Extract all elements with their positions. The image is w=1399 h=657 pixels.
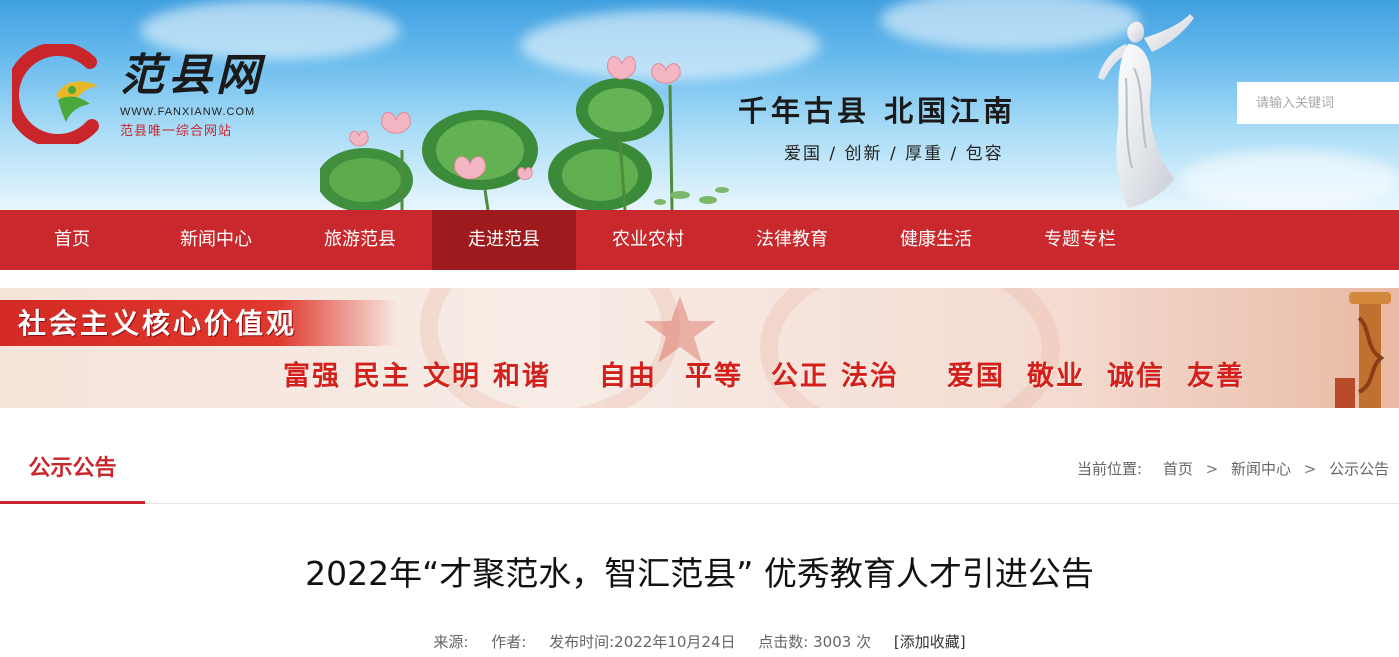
core-value: 平等	[685, 361, 743, 392]
cloud-decoration	[1180, 150, 1399, 210]
article-title: 2022年“才聚范水，智汇范县” 优秀教育人才引进公告	[305, 554, 1094, 593]
core-value: 富强	[283, 361, 341, 392]
nav-item-law-education[interactable]: 法律教育	[720, 210, 864, 270]
article-meta: 来源: 作者: 发布时间:2022年10月24日 点击数: 3003 次 [添加…	[0, 631, 1399, 652]
lotus-illustration	[320, 56, 729, 210]
nav-item-home[interactable]: 首页	[0, 210, 144, 270]
core-value: 公正	[771, 361, 829, 392]
breadcrumb-separator: >	[1303, 460, 1317, 478]
nav-item-health[interactable]: 健康生活	[864, 210, 1008, 270]
search-input[interactable]	[1237, 82, 1399, 124]
core-value: 友善	[1187, 361, 1245, 392]
core-value: 法治	[841, 361, 899, 392]
breadcrumb-separator: >	[1205, 460, 1219, 478]
main-nav: 首页 新闻中心 旅游范县 走进范县 农业农村 法律教育 健康生活 专题专栏	[0, 210, 1399, 270]
logo-title: 范县网	[120, 50, 264, 101]
core-value: 自由	[599, 361, 657, 392]
breadcrumb-notices-link[interactable]: 公示公告	[1329, 460, 1389, 478]
core-value: 爱国	[947, 361, 1005, 392]
meta-publish-date: 2022年10月24日	[614, 633, 736, 651]
huabiao-pillar-illustration	[1335, 292, 1391, 408]
nav-item-agriculture[interactable]: 农业农村	[576, 210, 720, 270]
logo-url: WWW.FANXIANW.COM	[120, 106, 256, 118]
breadcrumb-label: 当前位置:	[1077, 460, 1143, 478]
core-value: 和谐	[493, 361, 551, 392]
breadcrumb-home-link[interactable]: 首页	[1163, 460, 1193, 478]
breadcrumb: 当前位置: 首页 > 新闻中心 > 公示公告	[1077, 458, 1389, 479]
site-header: 范县网 WWW.FANXIANW.COM 范县唯一综合网站 千年古县 北国江南	[0, 0, 1399, 210]
header-tagline: 爱国 / 创新 / 厚重 / 包容	[784, 144, 1004, 164]
logo-subtitle: 范县唯一综合网站	[120, 124, 233, 139]
header-slogan: 千年古县 北国江南	[738, 94, 1017, 128]
core-value: 文明	[423, 361, 481, 392]
meta-source: 来源:	[433, 633, 469, 651]
core-values-list: 富强 民主 文明 和谐 自由 平等 公正 法治 爱国 敬业 诚信 友善	[283, 354, 1257, 393]
meta-clicks-value: 3003 次	[813, 633, 872, 651]
add-favorite-link[interactable]: [添加收藏]	[894, 633, 966, 651]
banner-title: 社会主义核心价值观	[18, 307, 298, 340]
breadcrumb-news-link[interactable]: 新闻中心	[1231, 460, 1291, 478]
logo-emblem-icon	[12, 44, 99, 144]
core-value: 敬业	[1027, 361, 1085, 392]
meta-clicks-label: 点击数:	[758, 633, 809, 651]
meta-publish-label: 发布时间:	[549, 633, 615, 651]
site-logo[interactable]: 范县网 WWW.FANXIANW.COM 范县唯一综合网站	[12, 44, 282, 144]
statue-illustration	[1098, 14, 1194, 208]
section-header: 公示公告 当前位置: 首页 > 新闻中心 > 公示公告	[0, 408, 1399, 504]
core-values-banner[interactable]: 社会主义核心价值观 富强 民主 文明 和谐 自由 平等 公正 法治 爱国 敬业 诚信 友善	[0, 288, 1399, 408]
nav-item-tourism[interactable]: 旅游范县	[288, 210, 432, 270]
nav-item-about-fanxian[interactable]: 走进范县	[432, 210, 576, 270]
nav-item-news-center[interactable]: 新闻中心	[144, 210, 288, 270]
core-value: 诚信	[1107, 361, 1165, 392]
core-value: 民主	[353, 361, 411, 392]
meta-author: 作者:	[491, 633, 527, 651]
meta-publish-time: 发布时间:2022年10月24日	[549, 633, 735, 651]
nav-item-special-topics[interactable]: 专题专栏	[1008, 210, 1152, 270]
section-title: 公示公告	[0, 438, 145, 504]
meta-click-count: 点击数: 3003 次	[758, 633, 871, 651]
